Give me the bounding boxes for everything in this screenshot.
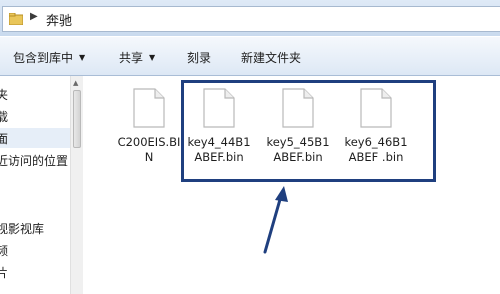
nav-scrollbar[interactable]: ▲ [70, 76, 83, 294]
nav-item-3[interactable]: 面 [0, 130, 8, 147]
highlight-box [181, 80, 436, 182]
breadcrumb-current-folder[interactable]: 奔驰 [46, 10, 72, 29]
include-in-library-button[interactable]: 包含到库中 ▼ [13, 49, 85, 66]
nav-item-8[interactable]: 频 [0, 242, 8, 259]
navigation-pane: 夹 载 面 近访问的位置 视影视库 频 片 [0, 76, 71, 294]
address-field[interactable]: ▶ 奔驰 [2, 6, 500, 32]
new-folder-label: 新建文件夹 [241, 51, 302, 65]
include-in-library-label: 包含到库中 [13, 51, 74, 65]
burn-button[interactable]: 刻录 [187, 49, 211, 66]
nav-item-1[interactable]: 夹 [0, 86, 8, 103]
nav-item-video-library[interactable]: 视影视库 [0, 220, 44, 237]
nav-item-9[interactable]: 片 [0, 264, 8, 281]
dropdown-arrow-icon: ▼ [149, 53, 156, 62]
file-name: C200EIS.BI N [117, 135, 181, 164]
scroll-up-icon[interactable]: ▲ [73, 79, 78, 87]
nav-item-2[interactable]: 载 [0, 108, 8, 125]
arrow-annotation-icon [263, 186, 288, 254]
address-bar: ▶ 奔驰 [0, 0, 500, 36]
nav-item-recent-places[interactable]: 近访问的位置 [0, 152, 68, 169]
chevron-right-icon[interactable]: ▶ [30, 11, 38, 22]
file-icon [133, 88, 165, 128]
command-toolbar: 包含到库中 ▼ 共享 ▼ 刻录 新建文件夹 [0, 36, 500, 76]
scroll-thumb[interactable] [73, 90, 81, 148]
burn-label: 刻录 [187, 51, 212, 65]
folder-icon [9, 13, 23, 25]
nav-selection-highlight [0, 128, 70, 148]
dropdown-arrow-icon: ▼ [79, 53, 86, 62]
share-label: 共享 [119, 51, 144, 65]
share-button[interactable]: 共享 ▼ [119, 49, 155, 66]
explorer-window: ▶ 奔驰 包含到库中 ▼ 共享 ▼ 刻录 新建文件夹 夹 载 面 近访问的位置 视影… [0, 0, 500, 294]
file-item[interactable]: C200EIS.BI N [110, 88, 188, 165]
new-folder-button[interactable]: 新建文件夹 [241, 49, 301, 66]
